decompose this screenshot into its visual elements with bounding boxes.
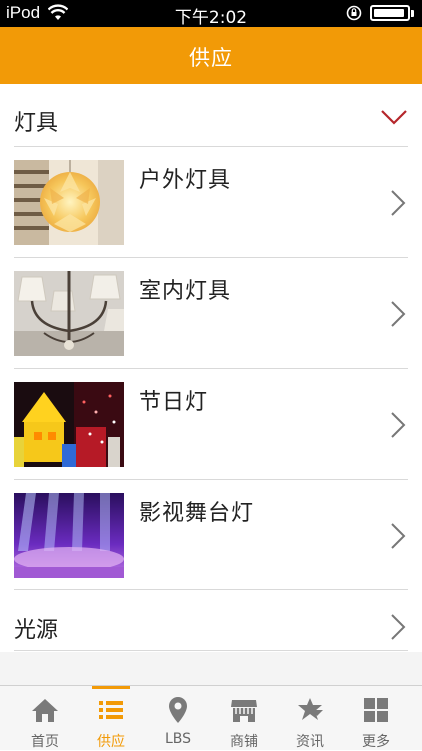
battery-tip <box>411 9 414 17</box>
tab-more[interactable]: 更多 <box>343 686 409 750</box>
content-list: 灯具 户外灯具 室内灯具 节日灯 影视舞台灯 光源 <box>0 84 422 685</box>
chevron-right-icon <box>391 523 406 549</box>
category-header[interactable]: 灯具 <box>0 84 422 147</box>
chevron-right-icon <box>391 412 406 438</box>
tab-home[interactable]: 首页 <box>12 686 78 750</box>
category-row-light-source[interactable]: 光源 <box>0 590 422 650</box>
tab-label: 首页 <box>31 734 59 750</box>
rotation-lock-icon <box>346 5 362 21</box>
tab-label: 更多 <box>362 734 390 750</box>
tab-store[interactable]: 商铺 <box>211 686 277 750</box>
pendant-lamp-photo <box>14 160 124 245</box>
home-icon <box>32 699 58 722</box>
stage-lights-photo <box>14 493 124 578</box>
list-item-label: 节日灯 <box>139 390 209 415</box>
list-item-label: 室内灯具 <box>139 279 232 304</box>
battery-icon <box>370 5 410 21</box>
chevron-right-icon <box>391 614 406 640</box>
tab-lbs[interactable]: LBS <box>145 686 211 750</box>
location-pin-icon <box>169 697 187 723</box>
festival-lights-photo <box>14 382 124 467</box>
grid-icon <box>364 698 388 722</box>
chevron-right-icon <box>391 301 406 327</box>
tab-bar: 首页 供应 LBS 商铺 资讯 更多 <box>0 685 422 750</box>
tab-label: 资讯 <box>296 734 324 750</box>
battery-fill <box>374 9 405 17</box>
nav-bar: 供应 <box>0 27 422 84</box>
list-item-festival[interactable]: 节日灯 <box>0 369 422 480</box>
list-item-label: 影视舞台灯 <box>139 501 255 526</box>
list-icon <box>99 701 123 719</box>
tab-label: 供应 <box>97 734 125 750</box>
store-icon <box>231 700 257 722</box>
category-label: 灯具 <box>14 111 59 136</box>
tab-label: 商铺 <box>230 734 258 750</box>
divider <box>14 650 408 651</box>
active-tab-indicator <box>92 686 130 689</box>
category-label: 光源 <box>14 618 59 643</box>
status-bar: iPod 下午2:02 <box>0 0 422 28</box>
list-item-stage[interactable]: 影视舞台灯 <box>0 480 422 591</box>
page-title: 供应 <box>189 46 233 70</box>
list-item-outdoor[interactable]: 户外灯具 <box>0 147 422 258</box>
list-item-indoor[interactable]: 室内灯具 <box>0 258 422 369</box>
tab-label: LBS <box>164 731 192 747</box>
status-right <box>346 4 414 22</box>
content-footer-space <box>0 652 422 685</box>
news-icon <box>298 698 323 720</box>
tab-supply[interactable]: 供应 <box>78 686 144 750</box>
chandelier-photo <box>14 271 124 356</box>
list-item-label: 户外灯具 <box>139 168 232 193</box>
chevron-down-icon <box>381 110 407 125</box>
chevron-right-icon <box>391 190 406 216</box>
tab-news[interactable]: 资讯 <box>277 686 343 750</box>
